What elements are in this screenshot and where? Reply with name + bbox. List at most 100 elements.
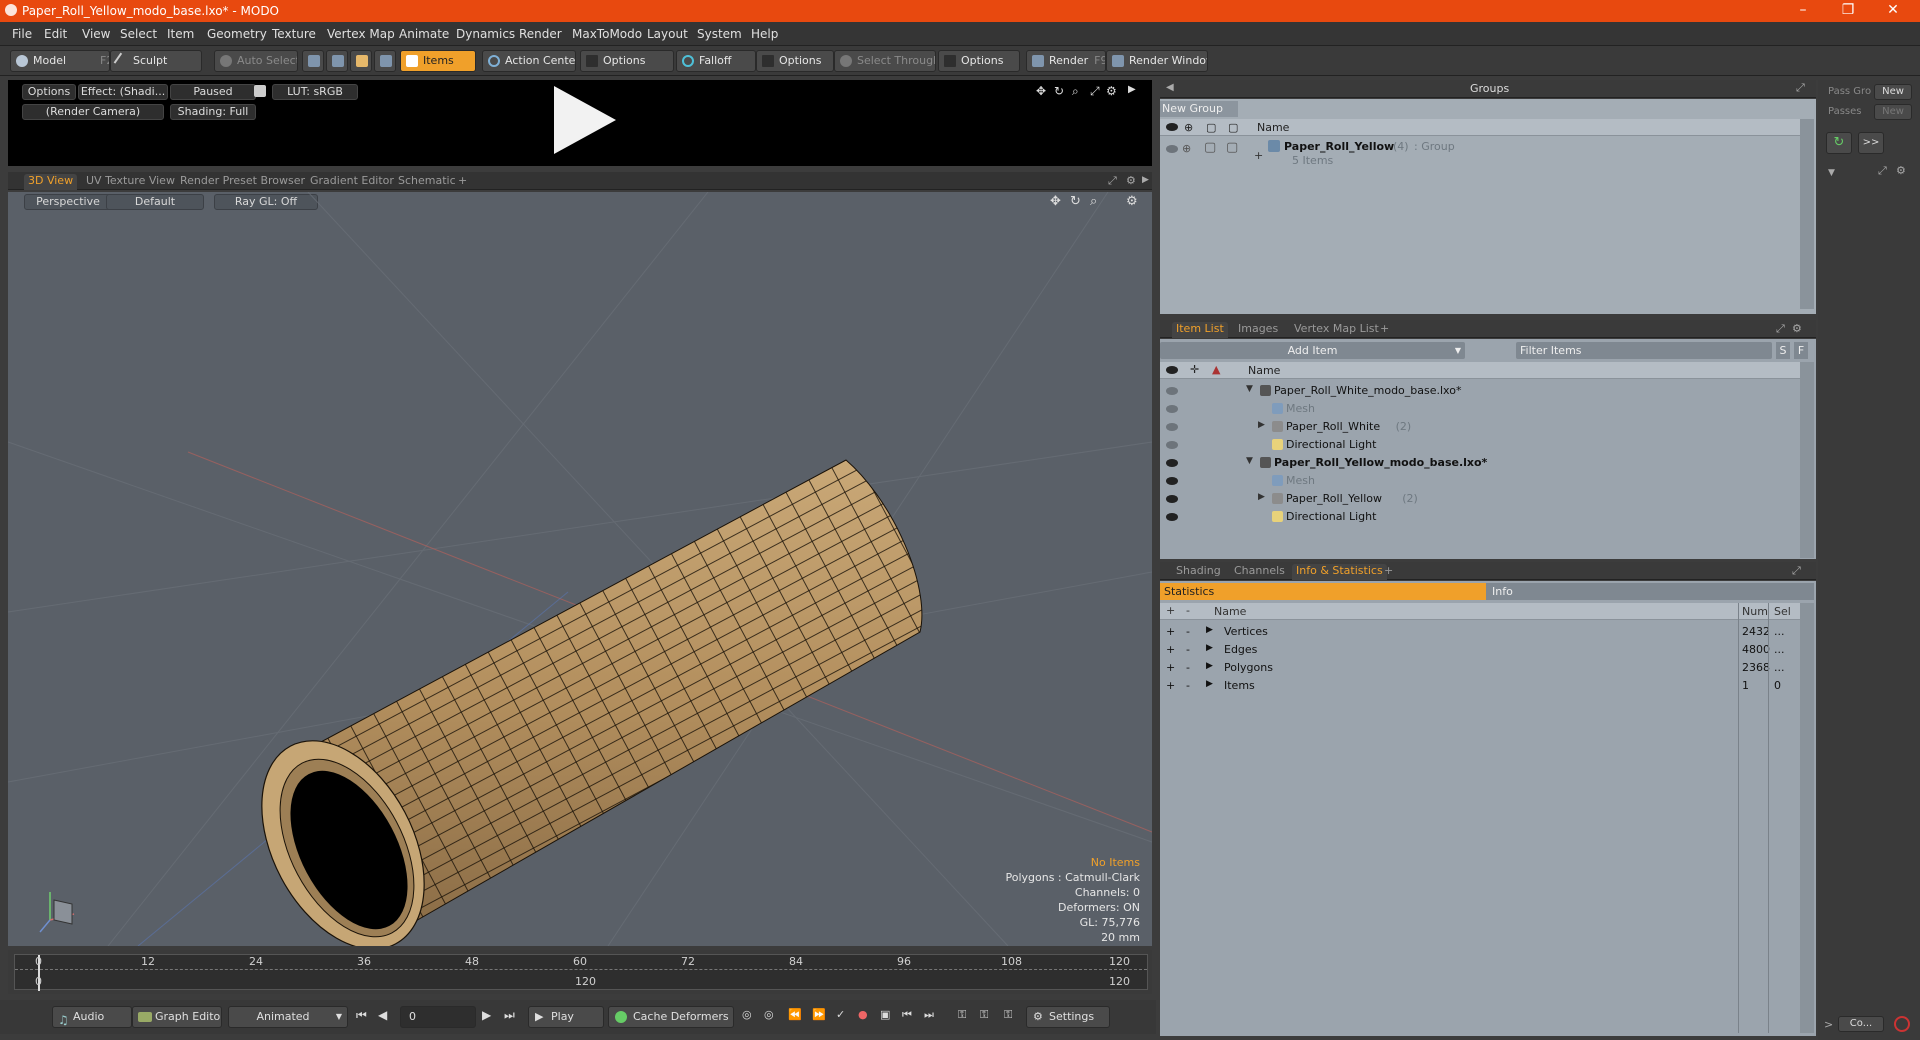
- scrollbar[interactable]: [1800, 603, 1814, 1033]
- render-preview[interactable]: Options Effect: (Shadi... Paused LUT: sR…: [8, 80, 1152, 166]
- stats-row[interactable]: + - ▶ Edges 4800...: [1160, 641, 1816, 659]
- expand-down-icon[interactable]: ▼: [1246, 456, 1253, 466]
- first-frame-icon[interactable]: ⏮: [356, 1008, 367, 1023]
- lock-icon[interactable]: [254, 85, 266, 97]
- maximize-icon[interactable]: ⤢: [1108, 174, 1117, 188]
- tab-uv-texture-view[interactable]: UV Texture View: [82, 174, 179, 190]
- command-input[interactable]: Co...: [1838, 1016, 1884, 1032]
- menu-edit[interactable]: Edit: [44, 27, 67, 41]
- menu-render[interactable]: Render: [519, 27, 562, 41]
- maximize-icon[interactable]: ⤢: [1090, 84, 1100, 99]
- select-through-button[interactable]: Select Through: [834, 50, 936, 72]
- item-list-row[interactable]: ▼ Paper_Roll_Yellow_modo_base.lxo*: [1160, 454, 1816, 472]
- eye-icon[interactable]: [1166, 477, 1178, 485]
- menu-layout[interactable]: Layout: [647, 27, 688, 41]
- collapse-icon[interactable]: -: [1186, 679, 1190, 692]
- collapse-all-icon[interactable]: -: [1186, 604, 1190, 617]
- statistics-header-tab[interactable]: Statistics: [1160, 583, 1486, 600]
- lock-icon[interactable]: ✛: [1190, 363, 1199, 376]
- render-icon[interactable]: ▲: [1212, 363, 1220, 376]
- preview-options-button[interactable]: Options: [22, 84, 76, 100]
- falloff-button[interactable]: Falloff: [676, 50, 756, 72]
- lock-icon[interactable]: ▢: [1206, 121, 1216, 134]
- prev-marker-icon[interactable]: ⏮: [902, 1008, 912, 1022]
- tab-item-list[interactable]: Item List: [1172, 322, 1228, 338]
- edges-mode-button[interactable]: [326, 50, 348, 72]
- maximize-icon[interactable]: ⤢: [1792, 564, 1801, 578]
- keys-icon[interactable]: ⚿: [1004, 1008, 1012, 1022]
- tab-schematic[interactable]: Schematic: [394, 174, 460, 190]
- eye-icon[interactable]: [1166, 366, 1178, 374]
- audio-button[interactable]: ♫ Audio: [52, 1006, 132, 1028]
- record-icon[interactable]: [1894, 1016, 1910, 1032]
- record-icon[interactable]: ●: [858, 1008, 868, 1021]
- eye-icon[interactable]: [1166, 387, 1178, 395]
- item-list-row[interactable]: Mesh: [1160, 472, 1816, 490]
- set-key-icon[interactable]: ✓: [836, 1008, 845, 1021]
- animated-dropdown[interactable]: Animated ▼: [228, 1006, 348, 1028]
- next-marker-icon[interactable]: ⏭: [924, 1008, 934, 1022]
- eye-icon[interactable]: [1166, 423, 1178, 431]
- group-row[interactable]: ⊕ ▢ ▢ + Paper_Roll_Yellow (4) : Group 5 …: [1160, 139, 1816, 167]
- minimize-icon[interactable]: –: [1783, 2, 1823, 18]
- key-icon[interactable]: ◎: [764, 1008, 774, 1021]
- f-button[interactable]: F: [1794, 342, 1808, 359]
- preview-effect-dropdown[interactable]: Effect: (Shadi...: [78, 84, 168, 100]
- item-list-row[interactable]: Mesh: [1160, 400, 1816, 418]
- collapse-icon[interactable]: -: [1186, 643, 1190, 656]
- settings-button[interactable]: ⚙ Settings: [1026, 1006, 1110, 1028]
- model-mode-button[interactable]: ModelF2: [10, 50, 110, 72]
- lut-dropdown[interactable]: LUT: sRGB: [272, 84, 358, 100]
- new-group-button[interactable]: New Group: [1160, 101, 1238, 117]
- prev-frame-icon[interactable]: ◀: [378, 1008, 387, 1022]
- menu-texture[interactable]: Texture: [272, 27, 316, 41]
- expand-icon[interactable]: +: [1166, 643, 1175, 656]
- auto-key-icon[interactable]: ▣: [880, 1008, 890, 1021]
- new-pass-button[interactable]: New: [1874, 104, 1912, 120]
- collapse-icon[interactable]: ◀: [1166, 82, 1174, 93]
- refresh-icon[interactable]: ↻: [1826, 132, 1852, 154]
- keys-icon[interactable]: ⚿: [958, 1008, 966, 1022]
- expand-right-icon[interactable]: ▶: [1206, 625, 1213, 635]
- eye-icon[interactable]: [1166, 405, 1178, 413]
- add-tab-button[interactable]: +: [1376, 322, 1393, 338]
- expand-icon[interactable]: +: [1166, 625, 1175, 638]
- menu-system[interactable]: System: [697, 27, 742, 41]
- info-header-tab[interactable]: Info: [1486, 583, 1814, 600]
- graph-editor-button[interactable]: Graph Editor: [132, 1006, 222, 1028]
- key-icon[interactable]: ◎: [742, 1008, 752, 1021]
- tab-gradient-editor[interactable]: Gradient Editor: [306, 174, 398, 190]
- menu-vertex-map[interactable]: Vertex Map: [327, 27, 395, 41]
- new-pass-group-button[interactable]: New: [1874, 84, 1912, 100]
- tab-info-statistics[interactable]: Info & Statistics: [1292, 564, 1387, 580]
- eye-icon[interactable]: [1166, 123, 1178, 131]
- paper-roll-mesh[interactable]: [229, 459, 923, 946]
- arrow-right-icon[interactable]: ▶: [1142, 175, 1149, 185]
- maximize-icon[interactable]: ⤢: [1878, 164, 1887, 178]
- menu-select[interactable]: Select: [120, 27, 157, 41]
- expand-right-icon[interactable]: ▶: [1206, 679, 1213, 689]
- expand-icon[interactable]: +: [1166, 661, 1175, 674]
- stats-row[interactable]: + - ▶ Vertices 2432...: [1160, 623, 1816, 641]
- item-list-row[interactable]: ▶ Paper_Roll_White (2): [1160, 418, 1816, 436]
- menu-maxtomodo[interactable]: MaxToModo: [572, 27, 642, 41]
- expand-right-icon[interactable]: ▶: [1206, 643, 1213, 653]
- next-frame-icon[interactable]: ▶: [482, 1008, 491, 1022]
- expand-all-icon[interactable]: +: [1166, 604, 1175, 617]
- eye-icon[interactable]: [1166, 513, 1178, 521]
- menu-dynamics[interactable]: Dynamics: [456, 27, 515, 41]
- render-button[interactable]: RenderF9: [1026, 50, 1106, 72]
- chevron-down-icon[interactable]: ▼: [1828, 168, 1835, 178]
- sculpt-mode-button[interactable]: Sculpt: [110, 50, 202, 72]
- tab-shading[interactable]: Shading: [1172, 564, 1225, 580]
- menu-animate[interactable]: Animate: [399, 27, 449, 41]
- restore-icon[interactable]: ❐: [1828, 2, 1868, 18]
- collapse-icon[interactable]: -: [1186, 661, 1190, 674]
- s-button[interactable]: S: [1776, 342, 1790, 359]
- gear-icon[interactable]: ⚙: [1126, 174, 1136, 187]
- tab-images[interactable]: Images: [1234, 322, 1282, 338]
- 3d-viewport[interactable]: Perspective Default Ray GL: Off ✥ ↻ ⌕ ⚙: [8, 192, 1152, 946]
- menu-help[interactable]: Help: [751, 27, 778, 41]
- select-through-options-button[interactable]: Options: [938, 50, 1020, 72]
- eye-icon[interactable]: [1166, 441, 1178, 449]
